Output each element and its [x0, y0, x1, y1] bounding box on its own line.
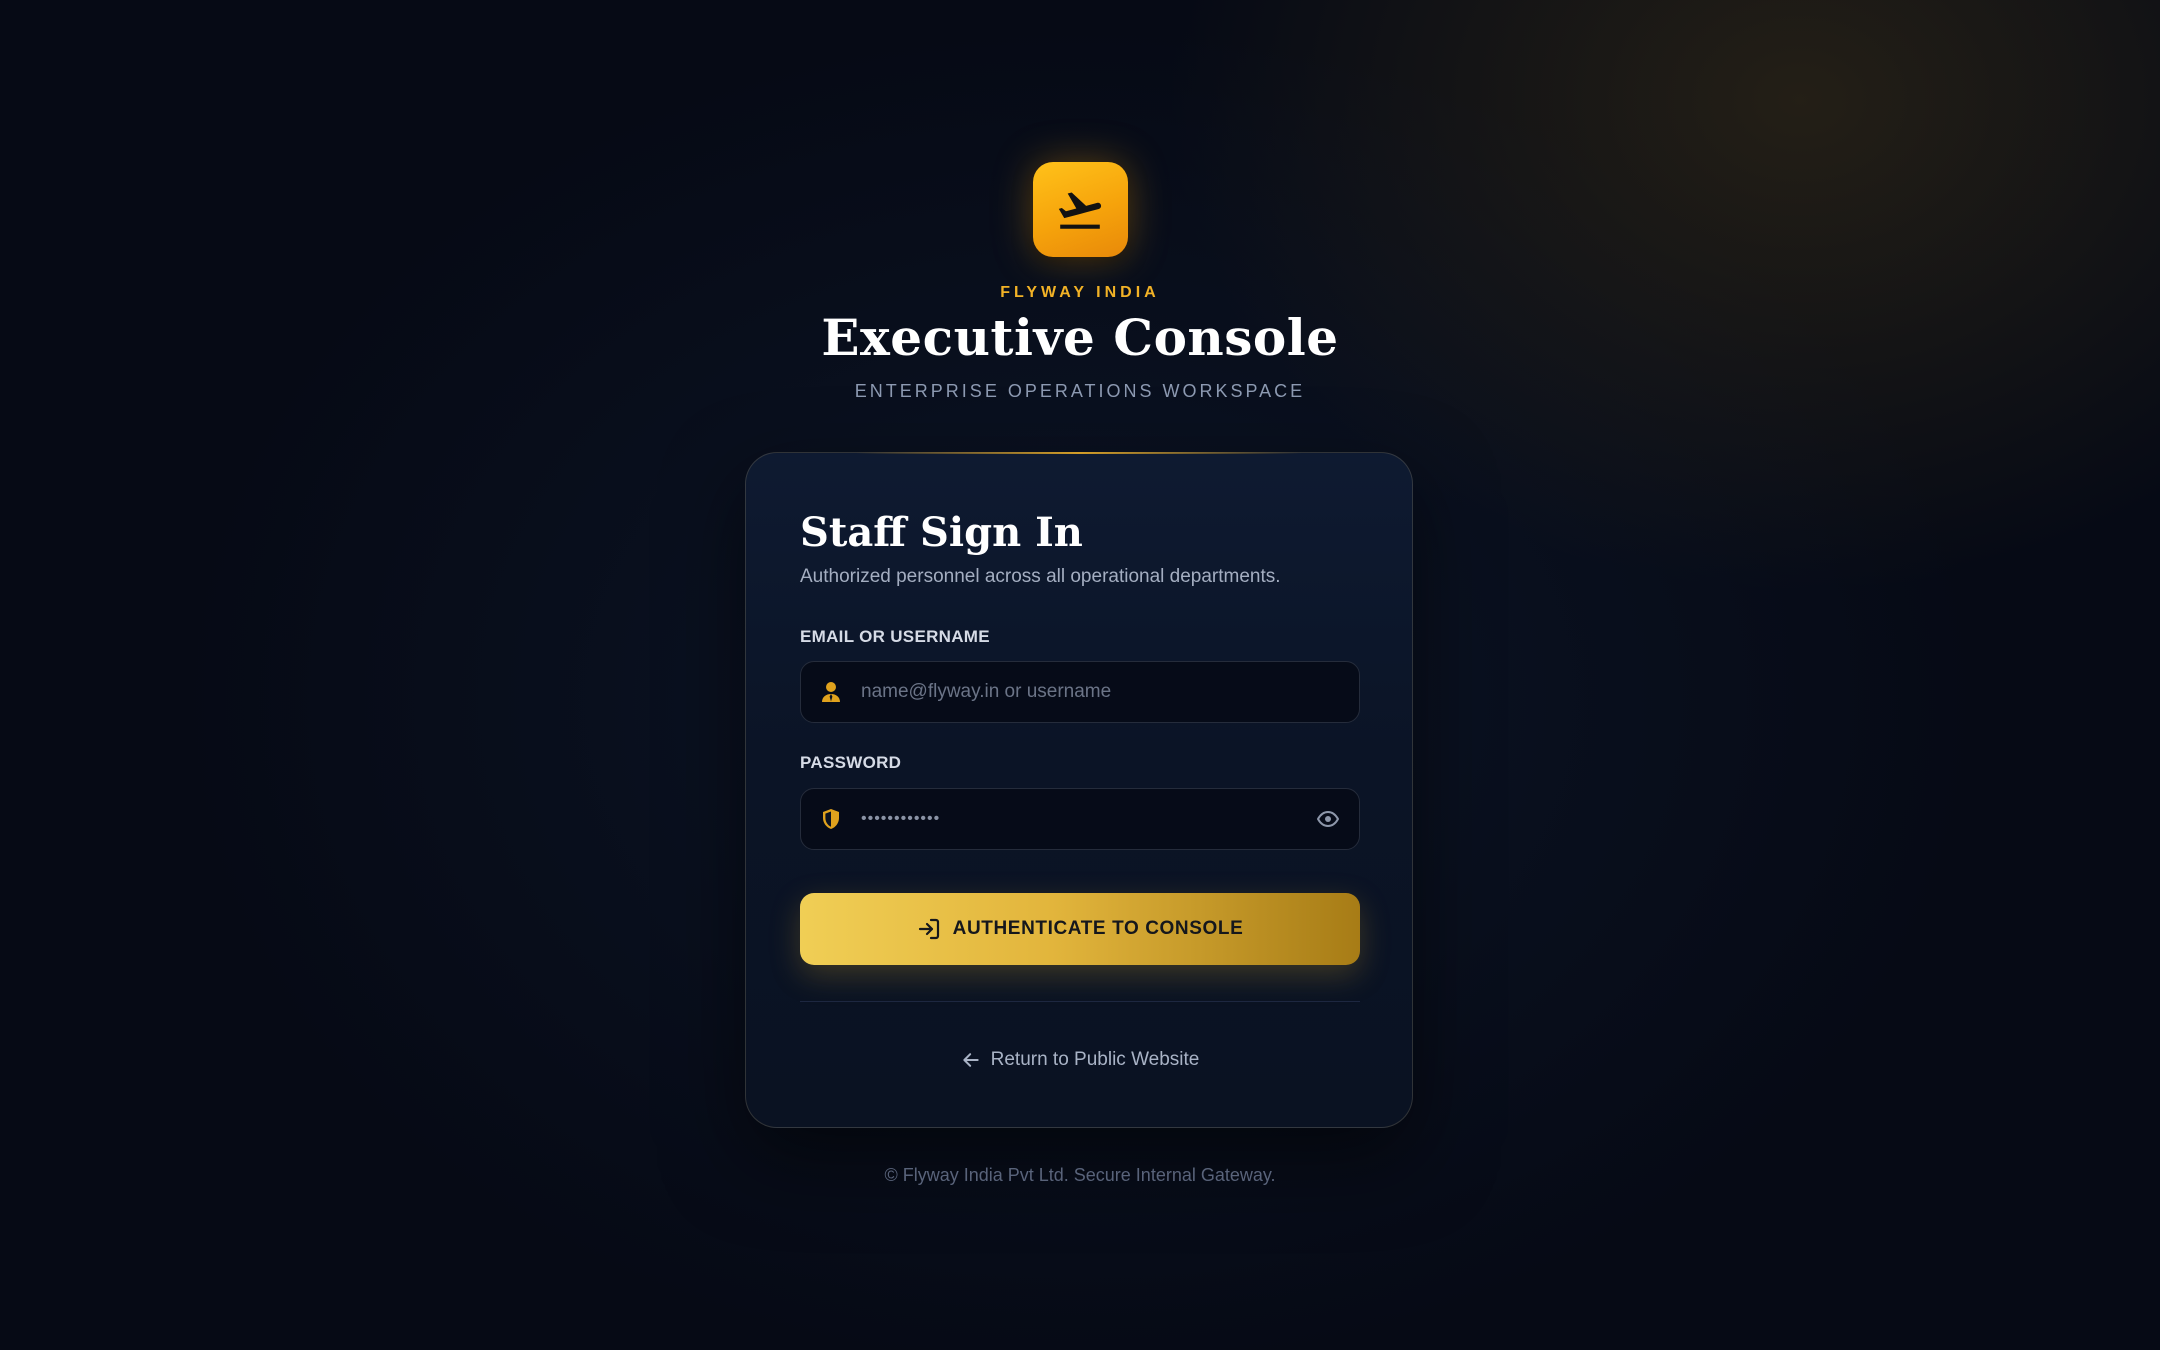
email-field-box[interactable]: [800, 661, 1360, 723]
login-arrow-icon: [918, 918, 939, 940]
page-subtitle: ENTERPRISE OPERATIONS WORKSPACE: [854, 381, 1306, 401]
arrow-left-icon: [962, 1053, 979, 1067]
plane-departure-icon: [1058, 191, 1102, 229]
brand-header: FLYWAY INDIA Executive Console ENTERPRIS…: [0, 162, 2160, 402]
login-page: FLYWAY INDIA Executive Console ENTERPRIS…: [0, 0, 2160, 1350]
app-logo: [1032, 162, 1128, 257]
page-title: Executive Console: [821, 308, 1339, 367]
password-label: PASSWORD: [800, 753, 902, 772]
shield-icon: [819, 807, 843, 831]
footer-text: © Flyway India Pvt Ltd. Secure Internal …: [884, 1165, 1276, 1185]
email-label: EMAIL OR USERNAME: [800, 627, 990, 646]
email-field[interactable]: [861, 662, 1301, 722]
return-to-website-link[interactable]: Return to Public Website: [800, 1049, 1360, 1071]
user-icon: [819, 680, 843, 704]
card-accent-line: [856, 452, 1302, 454]
brand-name: FLYWAY INDIA: [1000, 284, 1160, 301]
password-field[interactable]: ••••••••••••: [861, 810, 940, 828]
signin-card: Staff Sign In Authorized personnel acros…: [745, 452, 1413, 1128]
authenticate-button[interactable]: AUTHENTICATE TO CONSOLE: [800, 893, 1360, 965]
eye-icon[interactable]: [1315, 806, 1341, 832]
return-link-label: Return to Public Website: [990, 1049, 1200, 1070]
signin-description: Authorized personnel across all operatio…: [800, 566, 1281, 587]
divider: [800, 1001, 1360, 1002]
signin-title: Staff Sign In: [800, 509, 1083, 556]
password-field-box[interactable]: ••••••••••••: [800, 788, 1360, 850]
authenticate-button-label: AUTHENTICATE TO CONSOLE: [952, 918, 1244, 939]
